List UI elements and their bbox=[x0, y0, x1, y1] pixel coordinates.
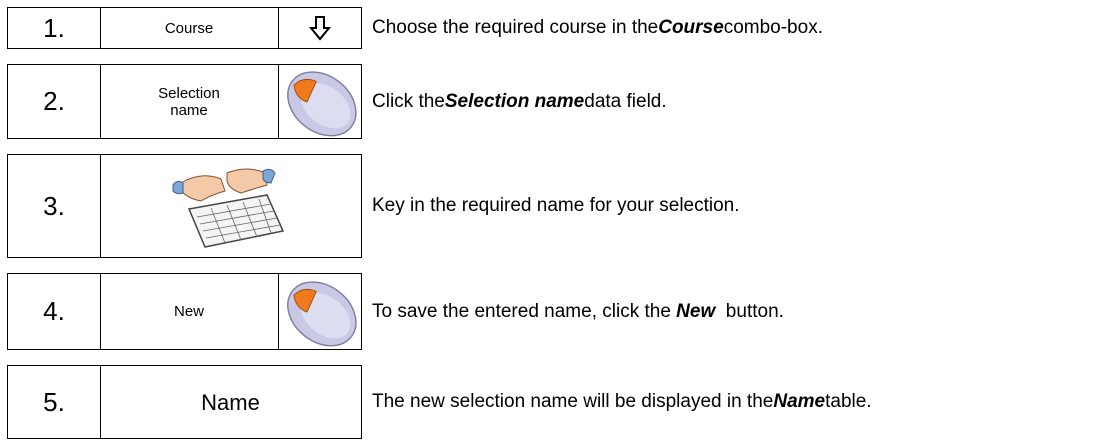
step-row-1: 1. Course Choose the required course in … bbox=[0, 7, 1100, 49]
step-number: 4. bbox=[8, 274, 101, 349]
mouse-click-icon bbox=[278, 65, 361, 138]
step-4-box: 4. New bbox=[7, 273, 362, 350]
step-row-3: 3. Key in the required name for your sel… bbox=[0, 154, 1100, 258]
step-1-description: Choose the required course in the Course… bbox=[372, 17, 823, 38]
step-3-description: Key in the required name for your select… bbox=[372, 195, 740, 216]
new-term: New bbox=[676, 300, 716, 322]
selection-name-field-label: Selection name bbox=[158, 84, 220, 119]
selection-name-term: Selection name bbox=[444, 90, 585, 112]
step-2-box: 2. Selection name bbox=[7, 64, 362, 139]
step-1-box: 1. Course bbox=[7, 7, 362, 49]
step-5-description: The new selection name will be displayed… bbox=[372, 391, 872, 412]
name-term: Name bbox=[773, 391, 826, 412]
step-4-description: To save the entered name, click the New … bbox=[372, 300, 784, 322]
step-row-4: 4. New To save the entered name, click t… bbox=[0, 273, 1100, 350]
step-number: 1. bbox=[8, 8, 101, 48]
step-3-box: 3. bbox=[7, 154, 362, 258]
course-term: Course bbox=[658, 17, 724, 38]
step-2-description: Click the Selection name data field. bbox=[372, 90, 667, 112]
step-row-5: 5. Name The new selection name will be d… bbox=[0, 365, 1100, 439]
mouse-click-icon bbox=[278, 274, 361, 349]
new-button-label: New bbox=[173, 303, 204, 320]
step-number: 3. bbox=[8, 155, 101, 257]
step-number: 5. bbox=[8, 366, 101, 438]
course-combo-label: Course bbox=[164, 19, 214, 37]
step-row-2: 2. Selection name Click the Selection na… bbox=[0, 64, 1100, 139]
step-number: 2. bbox=[8, 65, 101, 138]
name-table-label: Name bbox=[201, 389, 260, 415]
keyboard-typing-icon bbox=[100, 155, 361, 257]
step-5-box: 5. Name bbox=[7, 365, 362, 439]
down-arrow-icon bbox=[278, 8, 361, 48]
